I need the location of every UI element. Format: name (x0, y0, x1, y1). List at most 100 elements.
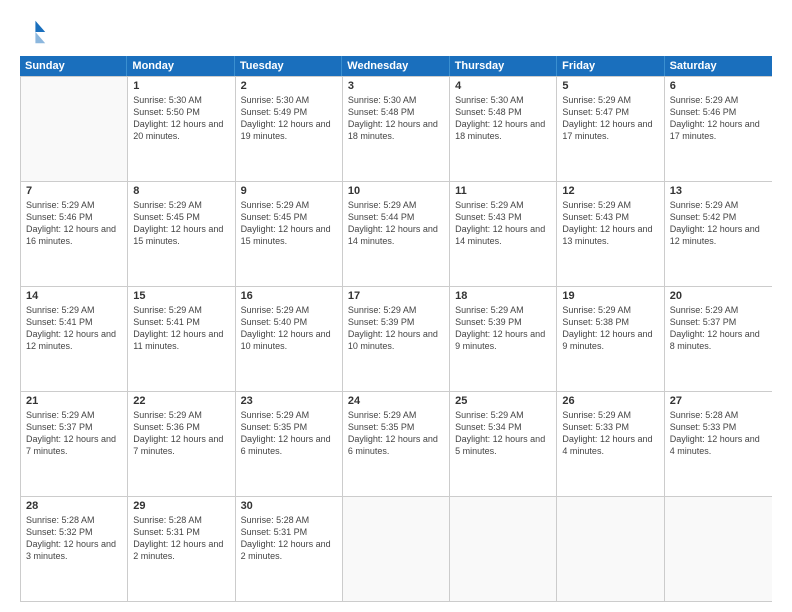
day-number: 3 (348, 80, 444, 92)
cell-info: Sunrise: 5:30 AMSunset: 5:49 PMDaylight:… (241, 94, 337, 143)
calendar-cell: 7 Sunrise: 5:29 AMSunset: 5:46 PMDaylight… (21, 182, 128, 286)
calendar-cell: 15Sunrise: 5:29 AMSunset: 5:41 PMDayligh… (128, 287, 235, 391)
calendar-cell: 22Sunrise: 5:29 AMSunset: 5:36 PMDayligh… (128, 392, 235, 496)
calendar-cell: 4 Sunrise: 5:30 AMSunset: 5:48 PMDaylight… (450, 77, 557, 181)
header-day: Tuesday (235, 56, 342, 76)
calendar-cell: 9 Sunrise: 5:29 AMSunset: 5:45 PMDaylight… (236, 182, 343, 286)
header (20, 18, 772, 46)
calendar-cell: 3Sunrise: 5:30 AMSunset: 5:48 PMDaylight… (343, 77, 450, 181)
calendar-week: 21 Sunrise: 5:29 AMSunset: 5:37 PMDayligh… (21, 391, 772, 496)
calendar-cell: 23 Sunrise: 5:29 AMSunset: 5:35 PMDayligh… (236, 392, 343, 496)
day-number: 15 (133, 290, 229, 302)
day-number: 18 (455, 290, 551, 302)
cell-info: Sunrise: 5:29 AMSunset: 5:39 PMDaylight:… (348, 304, 444, 353)
cell-info: Sunrise: 5:29 AMSunset: 5:47 PMDaylight:… (562, 94, 658, 143)
day-number: 28 (26, 500, 122, 512)
day-number: 23 (241, 395, 337, 407)
cell-info: Sunrise: 5:29 AMSunset: 5:35 PMDaylight:… (241, 409, 337, 458)
calendar-cell: 16 Sunrise: 5:29 AMSunset: 5:40 PMDayligh… (236, 287, 343, 391)
day-number: 5 (562, 80, 658, 92)
calendar-week: 1Sunrise: 5:30 AMSunset: 5:50 PMDaylight… (21, 76, 772, 181)
day-number: 20 (670, 290, 767, 302)
calendar-cell: 1Sunrise: 5:30 AMSunset: 5:50 PMDaylight… (128, 77, 235, 181)
day-number: 10 (348, 185, 444, 197)
calendar-cell: 8Sunrise: 5:29 AMSunset: 5:45 PMDaylight… (128, 182, 235, 286)
cell-info: Sunrise: 5:28 AMSunset: 5:33 PMDaylight:… (670, 409, 767, 458)
calendar-cell: 17 Sunrise: 5:29 AMSunset: 5:39 PMDayligh… (343, 287, 450, 391)
cell-info: Sunrise: 5:29 AMSunset: 5:43 PMDaylight:… (455, 199, 551, 248)
cell-info: Sunrise: 5:29 AMSunset: 5:35 PMDaylight:… (348, 409, 444, 458)
header-day: Friday (557, 56, 664, 76)
calendar-cell: 2Sunrise: 5:30 AMSunset: 5:49 PMDaylight… (236, 77, 343, 181)
cell-info: Sunrise: 5:29 AMSunset: 5:39 PMDaylight:… (455, 304, 551, 353)
header-day: Saturday (665, 56, 772, 76)
day-number: 4 (455, 80, 551, 92)
cell-info: Sunrise: 5:29 AMSunset: 5:37 PMDaylight:… (26, 409, 122, 458)
cell-info: Sunrise: 5:29 AMSunset: 5:38 PMDaylight:… (562, 304, 658, 353)
calendar-cell: 10 Sunrise: 5:29 AMSunset: 5:44 PMDayligh… (343, 182, 450, 286)
calendar-cell: 20 Sunrise: 5:29 AMSunset: 5:37 PMDayligh… (665, 287, 772, 391)
cell-info: Sunrise: 5:30 AMSunset: 5:48 PMDaylight:… (455, 94, 551, 143)
calendar-cell: 29 Sunrise: 5:28 AMSunset: 5:31 PMDayligh… (128, 497, 235, 601)
header-day: Thursday (450, 56, 557, 76)
day-number: 7 (26, 185, 122, 197)
calendar-cell: 13 Sunrise: 5:29 AMSunset: 5:42 PMDayligh… (665, 182, 772, 286)
cell-info: Sunrise: 5:29 AMSunset: 5:43 PMDaylight:… (562, 199, 658, 248)
calendar-cell: 19 Sunrise: 5:29 AMSunset: 5:38 PMDayligh… (557, 287, 664, 391)
cell-info: Sunrise: 5:29 AMSunset: 5:44 PMDaylight:… (348, 199, 444, 248)
calendar-cell: 12 Sunrise: 5:29 AMSunset: 5:43 PMDayligh… (557, 182, 664, 286)
day-number: 11 (455, 185, 551, 197)
day-number: 21 (26, 395, 122, 407)
calendar-cell: 18 Sunrise: 5:29 AMSunset: 5:39 PMDayligh… (450, 287, 557, 391)
logo (20, 18, 52, 46)
calendar-cell (665, 497, 772, 601)
cell-info: Sunrise: 5:28 AMSunset: 5:32 PMDaylight:… (26, 514, 122, 563)
day-number: 17 (348, 290, 444, 302)
header-day: Sunday (20, 56, 127, 76)
cell-info: Sunrise: 5:29 AMSunset: 5:45 PMDaylight:… (241, 199, 337, 248)
calendar-cell: 26 Sunrise: 5:29 AMSunset: 5:33 PMDayligh… (557, 392, 664, 496)
calendar-cell: 30 Sunrise: 5:28 AMSunset: 5:31 PMDayligh… (236, 497, 343, 601)
calendar-cell: 6Sunrise: 5:29 AMSunset: 5:46 PMDaylight… (665, 77, 772, 181)
calendar-body: 1Sunrise: 5:30 AMSunset: 5:50 PMDaylight… (20, 76, 772, 602)
calendar-week: 7 Sunrise: 5:29 AMSunset: 5:46 PMDaylight… (21, 181, 772, 286)
calendar-week: 14 Sunrise: 5:29 AMSunset: 5:41 PMDayligh… (21, 286, 772, 391)
cell-info: Sunrise: 5:29 AMSunset: 5:42 PMDaylight:… (670, 199, 767, 248)
page: SundayMondayTuesdayWednesdayThursdayFrid… (0, 0, 792, 612)
calendar-cell: 27 Sunrise: 5:28 AMSunset: 5:33 PMDayligh… (665, 392, 772, 496)
day-number: 19 (562, 290, 658, 302)
header-day: Wednesday (342, 56, 449, 76)
calendar: SundayMondayTuesdayWednesdayThursdayFrid… (20, 56, 772, 602)
day-number: 1 (133, 80, 229, 92)
day-number: 30 (241, 500, 337, 512)
day-number: 8 (133, 185, 229, 197)
cell-info: Sunrise: 5:28 AMSunset: 5:31 PMDaylight:… (241, 514, 337, 563)
calendar-cell (450, 497, 557, 601)
day-number: 6 (670, 80, 767, 92)
day-number: 16 (241, 290, 337, 302)
calendar-cell (21, 77, 128, 181)
day-number: 25 (455, 395, 551, 407)
cell-info: Sunrise: 5:28 AMSunset: 5:31 PMDaylight:… (133, 514, 229, 563)
day-number: 14 (26, 290, 122, 302)
calendar-cell: 11 Sunrise: 5:29 AMSunset: 5:43 PMDayligh… (450, 182, 557, 286)
cell-info: Sunrise: 5:29 AMSunset: 5:40 PMDaylight:… (241, 304, 337, 353)
calendar-cell: 24 Sunrise: 5:29 AMSunset: 5:35 PMDayligh… (343, 392, 450, 496)
cell-info: Sunrise: 5:29 AMSunset: 5:33 PMDaylight:… (562, 409, 658, 458)
cell-info: Sunrise: 5:29 AMSunset: 5:34 PMDaylight:… (455, 409, 551, 458)
day-number: 9 (241, 185, 337, 197)
cell-info: Sunrise: 5:29 AMSunset: 5:36 PMDaylight:… (133, 409, 229, 458)
header-day: Monday (127, 56, 234, 76)
day-number: 24 (348, 395, 444, 407)
day-number: 27 (670, 395, 767, 407)
day-number: 12 (562, 185, 658, 197)
calendar-header: SundayMondayTuesdayWednesdayThursdayFrid… (20, 56, 772, 76)
cell-info: Sunrise: 5:29 AMSunset: 5:37 PMDaylight:… (670, 304, 767, 353)
calendar-cell: 28 Sunrise: 5:28 AMSunset: 5:32 PMDayligh… (21, 497, 128, 601)
day-number: 29 (133, 500, 229, 512)
calendar-week: 28 Sunrise: 5:28 AMSunset: 5:32 PMDayligh… (21, 496, 772, 601)
cell-info: Sunrise: 5:29 AMSunset: 5:41 PMDaylight:… (26, 304, 122, 353)
day-number: 26 (562, 395, 658, 407)
cell-info: Sunrise: 5:29 AMSunset: 5:46 PMDaylight:… (26, 199, 122, 248)
day-number: 13 (670, 185, 767, 197)
